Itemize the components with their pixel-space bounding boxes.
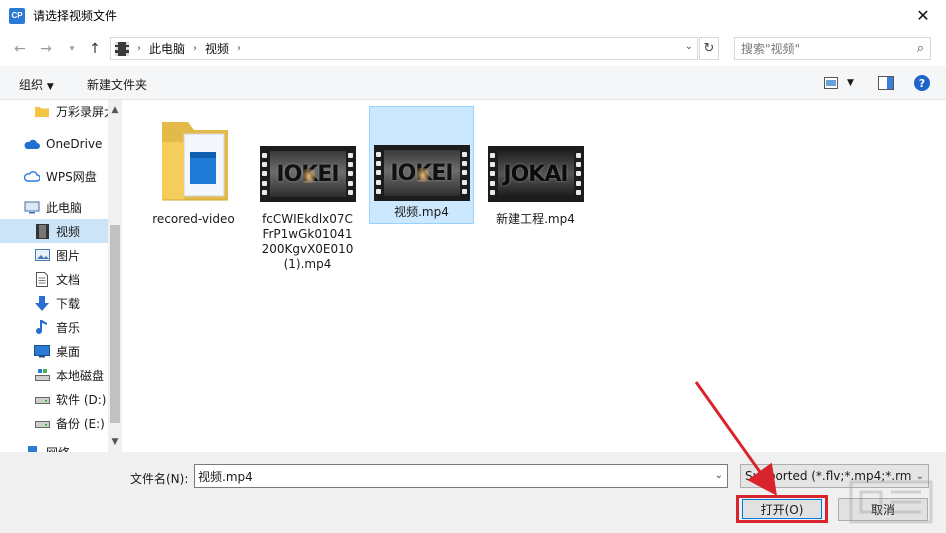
sidebar-item-drive-e[interactable]: 备份 (E:)	[0, 411, 108, 435]
sidebar-item-wps-cloud[interactable]: WPS网盘	[0, 164, 108, 188]
breadcrumb-separator-icon[interactable]: ›	[193, 43, 197, 54]
file-name: 新建工程.mp4	[496, 212, 575, 226]
desktop-icon	[34, 343, 50, 359]
network-icon	[24, 444, 40, 452]
title-bar: CP 请选择视频文件 ✕	[0, 0, 946, 31]
document-icon	[34, 271, 50, 287]
video-folder-icon	[115, 41, 129, 56]
chevron-down-icon[interactable]: ⌄	[715, 470, 723, 481]
thumbnail-text: JOKAI	[503, 161, 568, 187]
view-dropdown-icon[interactable]: ▼	[847, 75, 854, 91]
breadcrumb-videos[interactable]: 视频	[205, 40, 229, 57]
picture-icon	[34, 247, 50, 263]
sidebar-item-this-pc[interactable]: 此电脑	[0, 195, 108, 219]
sidebar-item-label: 网络	[46, 444, 70, 453]
breadcrumb-this-pc[interactable]: 此电脑	[149, 40, 185, 57]
cloud-outline-icon	[24, 168, 40, 184]
filename-value: 视频.mp4	[198, 469, 253, 484]
scroll-thumb[interactable]	[110, 225, 120, 423]
sidebar-item-desktop[interactable]: 桌面	[0, 339, 108, 363]
sidebar-item-wancai-folder[interactable]: 万彩录屏大	[0, 100, 108, 123]
app-icon: CP	[9, 7, 25, 24]
filename-input[interactable]: 视频.mp4 ⌄	[194, 464, 728, 488]
video-thumbnail: JOKAI	[487, 146, 584, 202]
file-item-video[interactable]: JOKAI 新建工程.mp4	[483, 106, 588, 226]
sidebar-item-label: 此电脑	[46, 200, 83, 215]
new-folder-button[interactable]: 新建文件夹	[87, 76, 147, 93]
file-item-video[interactable]: IOKEI fcCWIEkdlx07CFrP1wGk01041200KgvX0E…	[255, 106, 360, 271]
sidebar-item-drive-d[interactable]: 软件 (D:)	[0, 387, 108, 411]
sidebar-item-documents[interactable]: 文档	[0, 267, 108, 291]
drive-icon	[34, 367, 50, 383]
open-button-highlight: 打开(O)	[736, 495, 828, 523]
sidebar-item-label: 桌面	[56, 344, 81, 359]
help-icon[interactable]: ?	[914, 75, 930, 91]
sidebar-item-onedrive[interactable]: OneDrive	[0, 132, 108, 156]
breadcrumb-separator-icon[interactable]: ›	[137, 43, 141, 54]
sidebar-item-local-disk[interactable]: 本地磁盘	[0, 363, 108, 387]
toolbar: 组织 ▼ 新建文件夹 ▼ ?	[0, 66, 946, 100]
sidebar-item-label: 视频	[56, 224, 81, 239]
sidebar-item-network[interactable]: 网络	[0, 440, 108, 452]
breadcrumb-separator-icon[interactable]: ›	[237, 43, 241, 54]
organize-menu[interactable]: 组织 ▼	[19, 76, 54, 93]
sidebar-item-label: 文档	[56, 272, 81, 287]
sidebar-item-label: 软件 (D:)	[56, 392, 107, 407]
sidebar-item-label: 万彩录屏大	[56, 104, 108, 119]
drive-icon	[34, 391, 50, 407]
video-thumbnail: IOKEI	[373, 145, 470, 201]
close-button[interactable]: ✕	[900, 0, 946, 31]
computer-icon	[24, 199, 40, 215]
sidebar-scrollbar[interactable]: ▲ ▼	[108, 100, 122, 452]
folder-icon	[34, 103, 50, 119]
file-name: recored-video	[152, 212, 235, 226]
video-icon	[34, 223, 50, 239]
dialog-footer: 文件名(N): 视频.mp4 ⌄ Supported (*.flv;*.mp4;…	[0, 452, 946, 533]
download-icon	[34, 295, 50, 311]
folder-icon	[154, 116, 234, 205]
scroll-up-icon[interactable]: ▲	[108, 102, 122, 118]
filename-label: 文件名(N):	[130, 472, 189, 486]
view-options-icon[interactable]	[824, 75, 838, 91]
address-row: ← → ▾ ↑ › 此电脑 › 视频 › ⌄ ↻ 搜索"视频" ⌕	[0, 31, 946, 66]
organize-label: 组织	[19, 78, 44, 92]
recent-locations-icon[interactable]: ▾	[62, 39, 82, 59]
refresh-icon[interactable]: ↻	[699, 37, 719, 60]
scroll-down-icon[interactable]: ▼	[108, 434, 122, 450]
file-list: recored-video IOKEI fcCWIEkdlx07CFrP1wGk…	[122, 100, 946, 452]
file-item-video-selected[interactable]: IOKEI 视频.mp4	[369, 106, 474, 224]
sidebar-item-label: 备份 (E:)	[56, 416, 105, 431]
sidebar-item-label: 图片	[56, 248, 81, 263]
up-arrow-icon[interactable]: ↑	[85, 39, 105, 59]
video-thumbnail: IOKEI	[259, 146, 356, 202]
search-placeholder: 搜索"视频"	[741, 42, 801, 56]
file-name: fcCWIEkdlx07CFrP1wGk01041200KgvX0E010(1)…	[261, 212, 354, 271]
sidebar-item-label: 音乐	[56, 320, 81, 335]
open-button[interactable]: 打开(O)	[742, 499, 822, 519]
navigation-pane: 万彩录屏大 OneDrive WPS网盘 此电脑 视频 图片 文档 下载 音乐 …	[0, 100, 122, 452]
sidebar-item-pictures[interactable]: 图片	[0, 243, 108, 267]
address-bar[interactable]: › 此电脑 › 视频 › ⌄	[110, 37, 698, 60]
forward-arrow-icon[interactable]: →	[36, 39, 56, 59]
sidebar-item-videos[interactable]: 视频	[0, 219, 108, 243]
back-arrow-icon[interactable]: ←	[10, 39, 30, 59]
drive-icon	[34, 415, 50, 431]
music-icon	[34, 319, 50, 335]
chevron-down-icon[interactable]: ⌄	[685, 41, 693, 52]
file-item-folder[interactable]: recored-video	[141, 106, 246, 226]
watermark-logo	[836, 470, 946, 533]
preview-pane-icon[interactable]	[878, 75, 894, 91]
sidebar-item-music[interactable]: 音乐	[0, 315, 108, 339]
search-input[interactable]: 搜索"视频" ⌕	[734, 37, 931, 60]
window-title: 请选择视频文件	[33, 9, 118, 23]
sidebar-item-downloads[interactable]: 下载	[0, 291, 108, 315]
sidebar-item-label: 下载	[56, 296, 81, 311]
sidebar-item-label: WPS网盘	[46, 169, 97, 184]
file-name: 视频.mp4	[394, 205, 449, 219]
sidebar-item-label: 本地磁盘	[56, 368, 105, 383]
cloud-icon	[24, 136, 40, 152]
search-icon[interactable]: ⌕	[917, 41, 924, 56]
sidebar-item-label: OneDrive	[46, 137, 103, 151]
